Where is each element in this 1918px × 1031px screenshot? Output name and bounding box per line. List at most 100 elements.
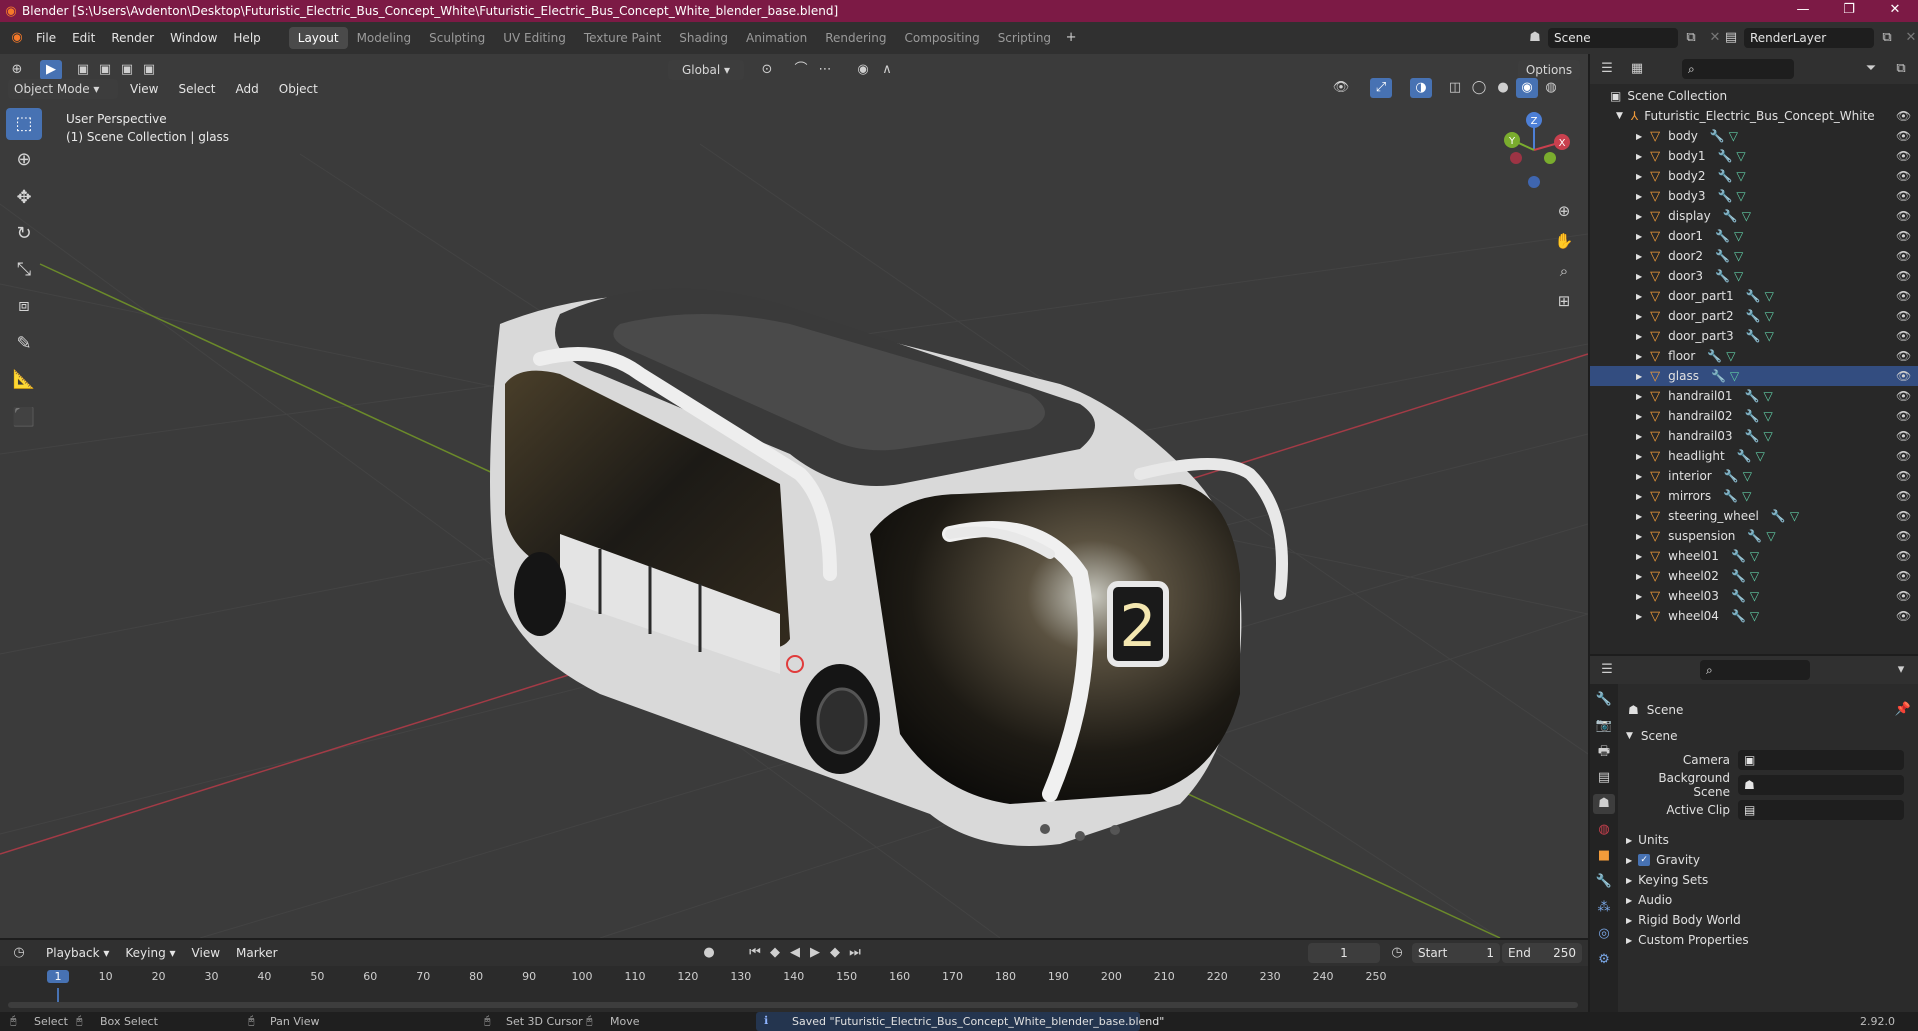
preview-range-icon[interactable]: ◷ xyxy=(1386,943,1408,963)
expand-arrow-icon[interactable]: ▶ xyxy=(1636,572,1642,581)
constraints-tab-icon[interactable]: ⚙ xyxy=(1593,950,1615,970)
expand-arrow-icon[interactable]: ▶ xyxy=(1636,192,1642,201)
physics-tab-icon[interactable]: ◎ xyxy=(1593,924,1615,944)
active-clip-field[interactable]: ▤ xyxy=(1738,800,1904,820)
properties-search-input[interactable]: ⌕ xyxy=(1700,660,1810,680)
expand-arrow-icon[interactable]: ▶ xyxy=(1636,532,1642,541)
select-box-tool-icon[interactable]: ⬚ xyxy=(6,108,42,140)
visibility-eye-icon[interactable]: 👁 xyxy=(1896,189,1911,203)
expand-arrow-icon[interactable]: ▶ xyxy=(1636,292,1642,301)
scale-tool-icon[interactable]: ⤡ xyxy=(6,254,42,286)
viewport-canvas[interactable]: 2 xyxy=(0,54,1588,938)
visibility-eye-icon[interactable]: 👁 xyxy=(1896,589,1911,603)
tab-layout[interactable]: Layout xyxy=(288,27,348,49)
snap-target-icon[interactable]: ⋯ xyxy=(814,60,836,80)
viewport-menu-object[interactable]: Object xyxy=(271,78,326,100)
visibility-eye-icon[interactable]: 👁 xyxy=(1896,369,1911,383)
close-button[interactable]: ✕ xyxy=(1872,0,1918,22)
tab-sculpting[interactable]: Sculpting xyxy=(420,27,494,49)
renderlayer-icon[interactable]: ▤ xyxy=(1720,28,1742,48)
outliner-row-wheel01[interactable]: ▶ ▽ wheel01 🔧 ▽ 👁 xyxy=(1590,546,1918,566)
outliner-row-glass[interactable]: ▶ ▽ glass 🔧 ▽ 👁 xyxy=(1590,366,1918,386)
expand-arrow-icon[interactable]: ▶ xyxy=(1636,152,1642,161)
move-tool-icon[interactable]: ✥ xyxy=(6,182,42,214)
rotate-tool-icon[interactable]: ↻ xyxy=(6,218,42,250)
jump-start-icon[interactable]: ⏮ xyxy=(744,943,766,963)
outliner-row-handrail01[interactable]: ▶ ▽ handrail01 🔧 ▽ 👁 xyxy=(1590,386,1918,406)
blender-menu-icon[interactable]: ◉ xyxy=(6,28,28,48)
visibility-eye-icon[interactable]: 👁 xyxy=(1896,249,1911,263)
expand-arrow-icon[interactable]: ▶ xyxy=(1636,352,1642,361)
expand-arrow-icon[interactable]: ▶ xyxy=(1636,132,1642,141)
transform-tool-icon[interactable]: ⧈ xyxy=(6,290,42,322)
renderlayer-field[interactable]: RenderLayer xyxy=(1744,28,1874,48)
viewport-menu-view[interactable]: View xyxy=(122,78,166,100)
outliner-editor-icon[interactable]: ☰ xyxy=(1596,59,1618,79)
section-custom-properties[interactable]: ▶ Custom Properties xyxy=(1626,928,1749,952)
outliner-row-interior[interactable]: ▶ ▽ interior 🔧 ▽ 👁 xyxy=(1590,466,1918,486)
background-scene-field[interactable]: ☗ xyxy=(1738,775,1904,795)
view-layer-tab-icon[interactable]: ▤ xyxy=(1593,768,1615,788)
outliner-row-body1[interactable]: ▶ ▽ body1 🔧 ▽ 👁 xyxy=(1590,146,1918,166)
tab-modeling[interactable]: Modeling xyxy=(348,27,421,49)
visibility-eye-icon[interactable]: 👁 xyxy=(1896,489,1911,503)
select-box-new-icon[interactable]: ▣ xyxy=(72,60,94,80)
properties-options-icon[interactable]: ▾ xyxy=(1890,660,1912,680)
expand-arrow-icon[interactable]: ▶ xyxy=(1636,472,1642,481)
expand-arrow-icon[interactable]: ▶ xyxy=(1636,172,1642,181)
expand-arrow-icon[interactable]: ▶ xyxy=(1636,592,1642,601)
transform-orientation-dropdown[interactable]: Global ▾ xyxy=(668,60,744,80)
pan-hand-icon[interactable]: ✋ xyxy=(1550,226,1578,256)
timeline-scrollbar[interactable] xyxy=(8,1002,1578,1008)
material-shading-icon[interactable]: ◉ xyxy=(1516,78,1538,98)
gizmo-toggle-icon[interactable]: ⤢ xyxy=(1370,78,1392,98)
editor-type-icon[interactable]: ⊕ xyxy=(6,60,28,80)
pin-icon[interactable]: 📌 xyxy=(1892,700,1914,720)
outliner-row-wheel03[interactable]: ▶ ▽ wheel03 🔧 ▽ 👁 xyxy=(1590,586,1918,606)
expand-arrow-icon[interactable]: ▶ xyxy=(1636,252,1642,261)
new-scene-icon[interactable]: ⧉ xyxy=(1680,28,1702,48)
menu-help[interactable]: Help xyxy=(225,27,268,49)
viewport-menu-select[interactable]: Select xyxy=(170,78,223,100)
expand-arrow-icon[interactable]: ▶ xyxy=(1636,512,1642,521)
properties-editor-icon[interactable]: ☰ xyxy=(1596,660,1618,680)
cursor-tool-icon[interactable]: ⊕ xyxy=(6,144,42,176)
filter-icon[interactable]: ⏷ xyxy=(1860,59,1882,79)
expand-arrow-icon[interactable]: ▶ xyxy=(1636,392,1642,401)
xray-icon[interactable]: ◫ xyxy=(1444,78,1466,98)
scene-tab-icon[interactable]: ☗ xyxy=(1593,794,1615,814)
solid-shading-icon[interactable]: ● xyxy=(1492,78,1514,98)
scene-panel-header[interactable]: ▼ Scene xyxy=(1626,724,1678,748)
outliner-row-steering_wheel[interactable]: ▶ ▽ steering_wheel 🔧 ▽ 👁 xyxy=(1590,506,1918,526)
gravity-checkbox[interactable]: ✓ xyxy=(1638,854,1651,866)
new-collection-icon[interactable]: ⧉ xyxy=(1890,59,1912,79)
scene-collection-row[interactable]: ▣ Scene Collection xyxy=(1590,86,1918,106)
visibility-eye-icon[interactable]: 👁 xyxy=(1896,469,1911,483)
outliner-search-input[interactable]: ⌕ xyxy=(1682,59,1794,79)
visibility-eye-icon[interactable]: 👁 xyxy=(1896,509,1911,523)
outliner-row-handrail02[interactable]: ▶ ▽ handrail02 🔧 ▽ 👁 xyxy=(1590,406,1918,426)
visibility-icon[interactable]: 👁 xyxy=(1330,78,1352,98)
tab-uv-editing[interactable]: UV Editing xyxy=(494,27,575,49)
wireframe-shading-icon[interactable]: ◯ xyxy=(1468,78,1490,98)
particles-tab-icon[interactable]: ⁂ xyxy=(1593,898,1615,918)
navigation-gizmo[interactable]: Z X Y xyxy=(1498,110,1570,190)
outliner-row-door2[interactable]: ▶ ▽ door2 🔧 ▽ 👁 xyxy=(1590,246,1918,266)
outliner-row-door1[interactable]: ▶ ▽ door1 🔧 ▽ 👁 xyxy=(1590,226,1918,246)
outliner-row-door_part1[interactable]: ▶ ▽ door_part1 🔧 ▽ 👁 xyxy=(1590,286,1918,306)
select-box-subtract-icon[interactable]: ▣ xyxy=(116,60,138,80)
visibility-eye-icon[interactable]: 👁 xyxy=(1896,109,1911,123)
render-tab-icon[interactable]: 📷 xyxy=(1593,716,1615,736)
timeline-menu-keying[interactable]: Keying ▾ xyxy=(117,942,183,964)
zoom-icon[interactable]: ⊕ xyxy=(1550,196,1578,226)
visibility-eye-icon[interactable]: 👁 xyxy=(1896,269,1911,283)
timeline-editor-icon[interactable]: ◷ xyxy=(8,943,30,963)
falloff-icon[interactable]: ∧ xyxy=(876,60,898,80)
pivot-point-icon[interactable]: ⊙ xyxy=(756,60,778,80)
expand-arrow-icon[interactable]: ▶ xyxy=(1636,212,1642,221)
prev-keyframe-icon[interactable]: ◆ xyxy=(764,943,786,963)
ortho-toggle-icon[interactable]: ⊞ xyxy=(1550,286,1578,316)
rendered-shading-icon[interactable]: ◍ xyxy=(1540,78,1562,98)
tab-animation[interactable]: Animation xyxy=(737,27,816,49)
visibility-eye-icon[interactable]: 👁 xyxy=(1896,349,1911,363)
